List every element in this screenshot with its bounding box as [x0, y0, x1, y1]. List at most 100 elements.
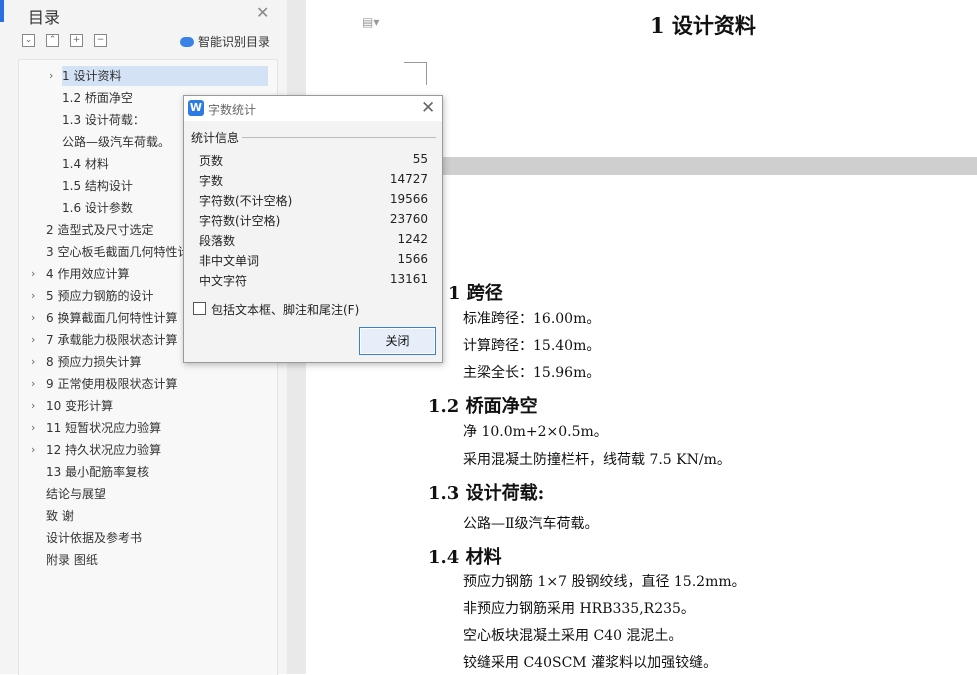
stat-label: 段落数 [199, 234, 236, 248]
chevron-right-icon[interactable]: › [49, 66, 53, 86]
chevron-right-icon[interactable]: › [31, 308, 35, 328]
toc-item[interactable]: 3 空心板毛截面几何特性计 [46, 242, 189, 262]
toc-item[interactable]: 附录 图纸 [46, 550, 98, 570]
toc-item-design-data[interactable]: › 1 设计资料 [49, 66, 268, 86]
chevron-right-icon[interactable]: › [31, 440, 35, 460]
stat-label: 字数 [199, 174, 224, 188]
paragraph-line: 铰缝采用 C40SCM 灌浆料以加强铰缝。 [463, 655, 718, 671]
toc-item[interactable]: › 7 承载能力极限状态计算 [31, 330, 178, 350]
close-icon[interactable]: ✕ [421, 98, 435, 118]
group-divider [242, 137, 436, 138]
paragraph-line: 公路—Ⅱ级汽车荷载。 [463, 516, 599, 532]
stat-value: 23760 [389, 212, 428, 226]
paragraph-line: 非预应力钢筋采用 HRB335,R235。 [463, 601, 695, 617]
close-button[interactable]: 关闭 [359, 327, 436, 355]
stat-label: 字符数(计空格) [199, 214, 281, 228]
toc-item-label: 结论与展望 [46, 487, 107, 501]
toc-item-label: 11 短暂状况应力验算 [46, 421, 162, 435]
toc-item[interactable]: 1.6 设计参数 [62, 198, 133, 218]
toc-item-label: 5 预应力钢筋的设计 [46, 289, 154, 303]
chevron-right-icon[interactable]: › [31, 374, 35, 394]
stat-value: 1242 [397, 232, 428, 246]
toc-item-label: 1 设计资料 [62, 69, 122, 83]
toc-item[interactable]: 公路—级汽车荷载。 [62, 132, 170, 152]
stat-label: 非中文单词 [199, 254, 260, 268]
stat-value: 1566 [397, 252, 428, 266]
toc-item[interactable]: 结论与展望 [46, 484, 106, 504]
chevron-right-icon[interactable]: › [31, 418, 35, 438]
paragraph-line: 标准跨径：16.00m。 [463, 311, 601, 327]
stat-value: 13161 [389, 272, 428, 286]
toc-item-label: 1.2 桥面净空 [62, 91, 133, 105]
toc-item[interactable]: 致 谢 [46, 506, 74, 526]
wps-logo-icon: W [188, 100, 204, 116]
toc-item[interactable]: 1.4 材料 [62, 154, 109, 174]
toc-item-label: 9 正常使用极限状态计算 [46, 377, 178, 391]
toc-item-label: 4 作用效应计算 [46, 267, 130, 281]
dialog-titlebar[interactable]: W 字数统计 ✕ [184, 96, 442, 121]
smart-toc-label: 智能识别目录 [198, 35, 271, 49]
toc-item-label: 公路—级汽车荷载。 [62, 135, 171, 149]
smart-toc-button[interactable]: 智能识别目录 [180, 33, 270, 50]
page-margin-marker [404, 62, 427, 85]
toc-item[interactable]: › 10 变形计算 [31, 396, 114, 416]
section-heading: 1 跨径 [448, 283, 503, 304]
stat-label: 字符数(不计空格) [199, 194, 293, 208]
toc-item[interactable]: › 11 短暂状况应力验算 [31, 418, 162, 438]
toc-item[interactable]: › 5 预应力钢筋的设计 [31, 286, 154, 306]
toc-item[interactable]: 1.3 设计荷载： [62, 110, 145, 130]
paragraph-line: 净 10.0m+2×0.5m。 [463, 424, 608, 440]
toc-item[interactable]: 13 最小配筋率复核 [46, 462, 149, 482]
remove-icon[interactable]: − [94, 34, 107, 47]
stat-value: 19566 [389, 192, 428, 206]
toc-item-label: 2 造型式及尺寸选定 [46, 223, 154, 237]
toc-item[interactable]: 1.2 桥面净空 [62, 88, 133, 108]
chevron-right-icon[interactable]: › [31, 286, 35, 306]
toc-accent-bar [0, 0, 4, 22]
expand-icon[interactable]: ⌃ [46, 34, 59, 47]
toc-item[interactable]: 2 造型式及尺寸选定 [46, 220, 153, 240]
document-icon[interactable]: ▤▾ [362, 15, 379, 29]
chevron-right-icon[interactable]: › [31, 330, 35, 350]
toc-item-label: 10 变形计算 [46, 399, 114, 413]
toc-item[interactable]: 1.5 结构设计 [62, 176, 133, 196]
toc-item-label: 1.5 结构设计 [62, 179, 133, 193]
section-heading: 1.2 桥面净空 [428, 396, 538, 417]
page-title: 1 设计资料 [650, 13, 756, 38]
toc-item-label: 1.6 设计参数 [62, 201, 133, 215]
toc-item[interactable]: › 6 换算截面几何特性计算 [31, 308, 178, 328]
stat-label: 中文字符 [199, 274, 248, 288]
toc-item-label: 12 持久状况应力验算 [46, 443, 162, 457]
include-textbox-label[interactable]: 包括文本框、脚注和尾注(F) [211, 301, 359, 318]
toc-item-label: 3 空心板毛截面几何特性计 [46, 245, 190, 259]
add-icon[interactable]: + [70, 34, 83, 47]
toc-item-label: 致 谢 [46, 509, 74, 523]
toc-item[interactable]: › 4 作用效应计算 [31, 264, 130, 284]
toc-item[interactable]: › 12 持久状况应力验算 [31, 440, 162, 460]
paragraph-line: 主梁全长：15.96m。 [463, 365, 601, 381]
dialog-title: 字数统计 [208, 103, 257, 117]
chevron-right-icon[interactable]: › [31, 396, 35, 416]
paragraph-line: 计算跨径：15.40m。 [463, 338, 601, 354]
toc-item[interactable]: 设计依据及参考书 [46, 528, 142, 548]
close-icon[interactable]: ✕ [256, 3, 269, 22]
stat-value: 14727 [389, 172, 428, 186]
paragraph-line: 预应力钢筋 1×7 股钢绞线，直径 15.2mm。 [463, 574, 746, 590]
toc-item[interactable]: › 9 正常使用极限状态计算 [31, 374, 178, 394]
cloud-icon [180, 37, 194, 47]
toc-item-label: 6 换算截面几何特性计算 [46, 311, 178, 325]
toc-item-label: 7 承载能力极限状态计算 [46, 333, 178, 347]
toc-item[interactable]: › 8 预应力损失计算 [31, 352, 141, 372]
paragraph-line: 采用混凝土防撞栏杆，线荷载 7.5 KN/m。 [463, 452, 731, 468]
toc-item-label: 设计依据及参考书 [46, 531, 143, 545]
section-heading: 1.4 材料 [428, 547, 502, 568]
collapse-icon[interactable]: ⌄ [22, 34, 35, 47]
toc-item-label: 1.3 设计荷载： [62, 113, 145, 127]
chevron-right-icon[interactable]: › [31, 352, 35, 372]
chevron-right-icon[interactable]: › [31, 264, 35, 284]
include-textbox-checkbox[interactable] [193, 302, 206, 315]
toc-title: 目录 [28, 8, 61, 27]
word-count-dialog[interactable]: W 字数统计 ✕ 统计信息 页数 55 字数 14727 字符数(不计空格) 1… [183, 95, 443, 363]
paragraph-line: 空心板块混凝土采用 C40 混泥土。 [463, 628, 683, 644]
stats-group-label: 统计信息 [191, 131, 240, 145]
